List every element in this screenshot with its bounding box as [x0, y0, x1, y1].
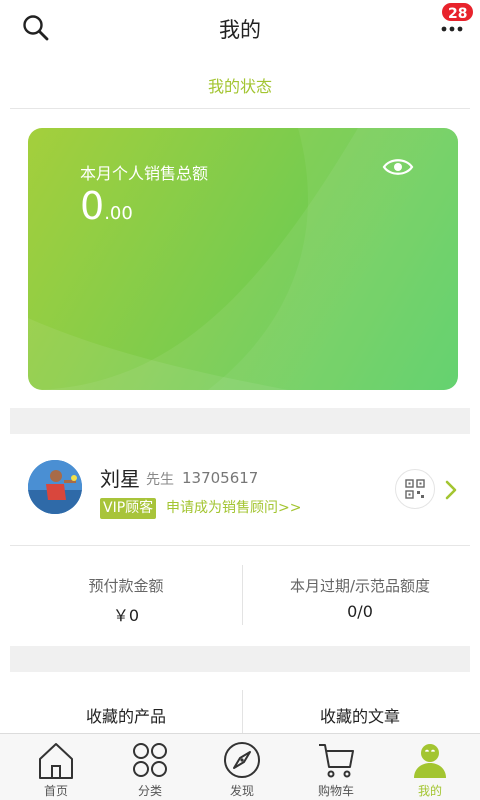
- tab-label: 购物车: [317, 784, 354, 798]
- sales-label: 本月个人销售总额: [80, 164, 209, 183]
- qr-code-button[interactable]: [395, 469, 435, 509]
- stat-value: ￥0: [112, 606, 140, 625]
- user-icon: [414, 744, 446, 778]
- tab-category[interactable]: 分类: [102, 734, 198, 800]
- user-phone: 13705617: [182, 469, 259, 487]
- eye-icon[interactable]: [382, 156, 414, 178]
- profile-page: 我的 28 我的状态 本月个人销售总额 0.00 刘星 先生 13705617 …: [0, 0, 480, 800]
- tab-label: 首页: [43, 784, 68, 798]
- favorite-products-button[interactable]: 收藏的产品: [10, 703, 242, 727]
- divider: [10, 545, 470, 546]
- notification-badge: 28: [440, 1, 476, 23]
- sales-amount-integer: 0: [80, 184, 105, 228]
- expiry-demo-quota-stat[interactable]: 本月过期/示范品额度 0/0: [244, 575, 476, 621]
- cart-icon: [319, 744, 354, 778]
- tab-label: 我的: [417, 784, 442, 798]
- tab-label: 发现: [229, 784, 254, 798]
- top-bar: 我的 28: [0, 0, 480, 56]
- user-title: 先生: [146, 472, 174, 488]
- stat-value: 0/0: [347, 602, 373, 621]
- tab-home[interactable]: 首页: [8, 734, 104, 800]
- sales-amount: 0.00: [80, 184, 133, 228]
- apply-sales-advisor-link[interactable]: 申请成为销售顾问>>: [166, 498, 301, 519]
- stat-label: 本月过期/示范品额度: [289, 577, 431, 595]
- tab-discover[interactable]: 发现: [194, 734, 290, 800]
- bottom-tab-bar: 首页 分类 发现 购物车 我的: [0, 733, 480, 800]
- sales-amount-decimal: .00: [104, 203, 133, 224]
- vip-badge: VIP顾客: [100, 498, 157, 519]
- page-title: 我的: [219, 18, 261, 42]
- tab-label: 分类: [137, 784, 162, 798]
- home-icon: [39, 743, 73, 779]
- tab-cart[interactable]: 购物车: [288, 734, 384, 800]
- tab-mine[interactable]: 我的: [382, 734, 478, 800]
- section-separator: [10, 408, 470, 434]
- user-name: 刘星: [100, 467, 140, 491]
- qr-code-icon: [405, 479, 425, 499]
- category-icon: [133, 743, 167, 777]
- compass-icon: [224, 742, 260, 778]
- stat-label: 预付款金额: [88, 577, 164, 595]
- avatar[interactable]: [28, 460, 82, 514]
- vertical-divider: [242, 565, 243, 625]
- chevron-right-icon[interactable]: [444, 479, 458, 501]
- favorite-articles-button[interactable]: 收藏的文章: [244, 703, 476, 727]
- section-separator: [10, 646, 470, 672]
- vertical-divider: [242, 690, 243, 733]
- sales-card: 本月个人销售总额 0.00: [28, 128, 458, 390]
- divider: [10, 108, 470, 109]
- prepaid-amount-stat[interactable]: 预付款金额 ￥0: [10, 575, 242, 626]
- status-section-title: 我的状态: [207, 77, 272, 96]
